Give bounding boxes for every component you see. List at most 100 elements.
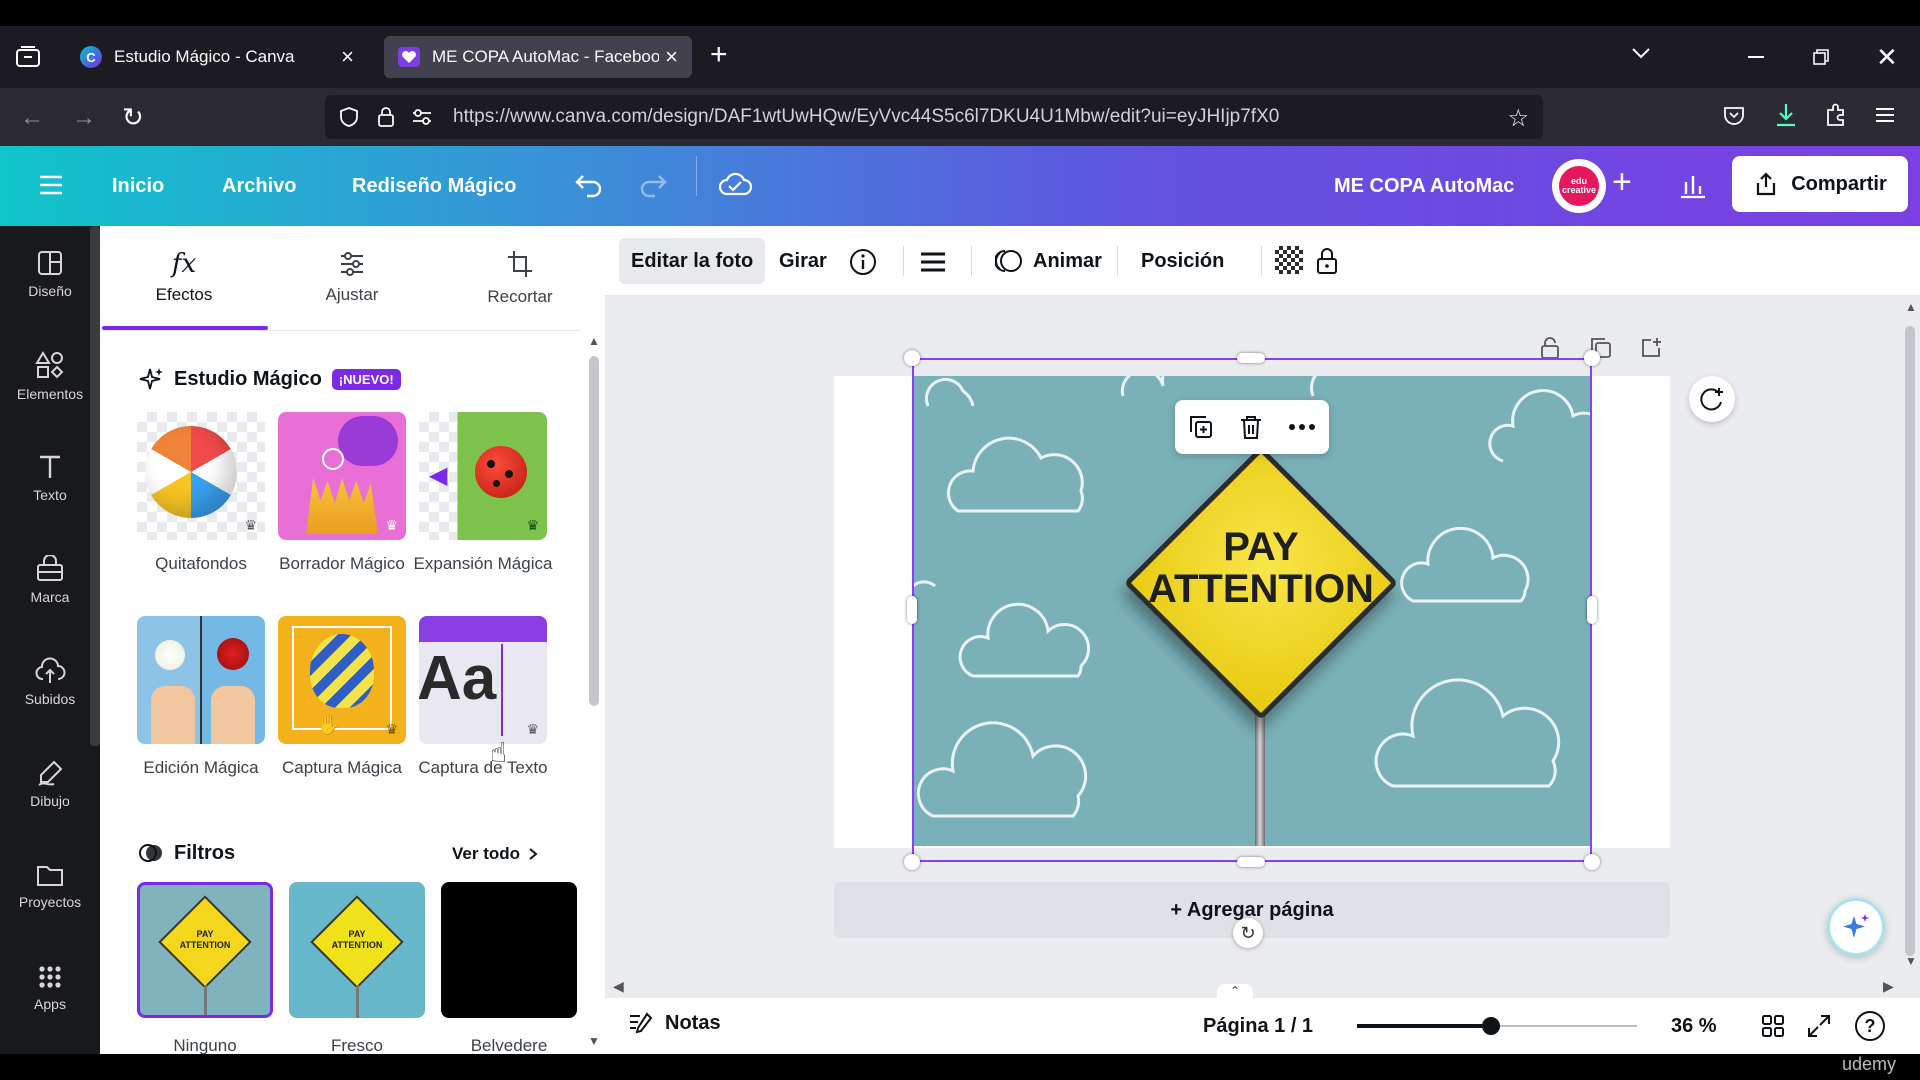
resize-handle-top-right[interactable] [1584,350,1600,366]
page-indicator[interactable]: Página 1 / 1 [1203,1015,1313,1038]
undo-icon[interactable] [574,172,604,198]
tab-adjust[interactable]: Ajustar [268,226,436,330]
close-tab-icon[interactable]: × [341,44,354,70]
rail-item-design[interactable]: Diseño [0,226,100,322]
add-page-export-icon[interactable] [1639,336,1663,360]
resize-handle-top[interactable] [1237,353,1265,363]
rail-item-brand[interactable]: Marca [0,532,100,628]
edit-photo-button[interactable]: Editar la foto [619,238,766,284]
magic-grab-thumb[interactable]: ✋ ♛ [278,616,406,744]
site-permissions-icon[interactable] [411,108,433,126]
minimize-window-icon[interactable] [1748,56,1764,58]
shield-icon[interactable] [339,106,359,128]
scroll-up-icon[interactable]: ▲ [1905,300,1917,314]
home-link[interactable]: Inicio [112,146,164,226]
duplicate-icon[interactable] [1188,414,1214,440]
resize-handle-bottom-right[interactable] [1584,854,1600,870]
new-tab-icon[interactable]: + [710,40,728,70]
resize-handle-bottom[interactable] [1237,857,1265,867]
restore-window-icon[interactable] [1812,48,1830,66]
show-pages-chevron-icon[interactable]: ⌃ [1217,984,1253,998]
lock-element-icon[interactable] [1315,246,1339,276]
bg-remover-thumb[interactable]: ♛ [137,412,265,540]
scroll-up-icon[interactable]: ▲ [588,334,600,348]
scroll-thumb[interactable] [589,356,599,706]
filter-none-thumb[interactable]: PAY ATTENTION [137,882,273,1018]
canvas-vertical-scrollbar[interactable]: ▲ ▼ [1901,296,1919,968]
rotate-handle-icon[interactable]: ↻ [1233,918,1263,948]
close-tab-icon[interactable]: × [665,44,678,70]
add-comment-button[interactable] [1689,376,1735,422]
magic-assistant-button[interactable] [1827,898,1885,956]
cloud-saved-icon[interactable] [718,170,752,198]
resize-handle-bottom-left[interactable] [904,854,920,870]
tab-overview-icon[interactable] [14,44,42,70]
rail-item-projects[interactable]: Proyectos [0,838,100,934]
resize-handle-right[interactable] [1587,596,1597,624]
grab-text-thumb[interactable]: Aa ♛ [419,616,547,744]
rail-item-apps[interactable]: Apps [0,940,100,1036]
magic-eraser-thumb[interactable]: ♛ [278,412,406,540]
animate-button[interactable]: Animar [983,238,1114,284]
menu-icon[interactable] [38,174,64,196]
resize-handle-left[interactable] [907,596,917,624]
resize-handle-top-left[interactable] [904,350,920,366]
help-icon[interactable]: ? [1855,1011,1885,1041]
rotate-button[interactable]: Girar [767,238,839,284]
url-text[interactable]: https://www.canva.com/design/DAF1wtUwHQw… [453,106,1279,128]
notes-button[interactable]: Notas [627,1010,721,1036]
panel-scrollbar[interactable]: ▲ ▼ [588,334,600,1054]
reload-icon[interactable]: ↻ [122,102,144,133]
rail-item-elements[interactable]: Elementos [0,328,100,424]
position-button[interactable]: Posición [1129,238,1236,284]
extensions-icon[interactable] [1824,102,1848,128]
magic-expand-thumb[interactable]: ◀ ♛ [419,412,547,540]
magic-edit-thumb[interactable] [137,616,265,744]
zoom-slider[interactable] [1357,1008,1721,1044]
forward-arrow-icon[interactable]: → [72,104,96,132]
rail-item-draw[interactable]: Dibujo [0,736,100,832]
pocket-icon[interactable] [1722,104,1746,128]
tab-effects[interactable]: fx Efectos [100,226,268,330]
back-arrow-icon[interactable]: ← [20,104,44,132]
add-people-icon[interactable]: + [1612,162,1632,202]
address-bar[interactable]: https://www.canva.com/design/DAF1wtUwHQw… [325,95,1543,139]
bookmark-star-icon[interactable]: ☆ [1507,104,1529,133]
canvas-horizontal-scrollbar[interactable]: ◀ ▶ [605,976,1901,998]
more-options-icon[interactable] [1288,423,1316,431]
scroll-thumb[interactable] [1905,326,1915,956]
rail-item-text[interactable]: Texto [0,430,100,526]
insights-chart-icon[interactable] [1678,172,1708,200]
lock-icon[interactable] [377,106,395,128]
rail-scrollbar[interactable] [90,226,100,746]
info-icon[interactable] [849,248,877,276]
scroll-left-icon[interactable]: ◀ [613,978,624,995]
scroll-down-icon[interactable]: ▼ [588,1034,600,1048]
border-style-icon[interactable] [919,250,947,274]
file-menu[interactable]: Archivo [222,146,296,226]
scroll-down-icon[interactable]: ▼ [1905,954,1917,968]
share-button[interactable]: Compartir [1732,156,1908,212]
fullscreen-icon[interactable] [1805,1012,1833,1040]
list-tabs-chevron-icon[interactable] [1630,46,1652,60]
avatar[interactable]: edu creative [1552,159,1606,213]
zoom-level[interactable]: 36 % [1671,1015,1717,1038]
tab-crop[interactable]: Recortar [436,226,604,330]
see-all-link[interactable]: Ver todo [452,844,538,864]
redo-icon[interactable] [638,172,668,198]
zoom-knob[interactable] [1482,1017,1500,1035]
magic-switch-menu[interactable]: Rediseño Mágico [352,146,516,226]
rail-item-uploads[interactable]: Subidos [0,634,100,730]
transparency-icon[interactable] [1275,246,1303,274]
hamburger-menu-icon[interactable] [1874,106,1896,124]
scroll-right-icon[interactable]: ▶ [1883,978,1894,995]
filter-fresco-thumb[interactable]: PAY ATTENTION [289,882,425,1018]
lock-page-icon[interactable] [1539,336,1561,360]
downloads-icon[interactable] [1774,102,1798,128]
tab-estudio-magico[interactable]: C Estudio Mágico - Canva × [66,36,368,78]
tab-me-copa-facebook[interactable]: ME COPA AutoMac - Facebook × [384,36,692,78]
filter-belvedere-thumb[interactable] [441,882,577,1018]
project-title[interactable]: ME COPA AutoMac [1334,146,1514,226]
trash-icon[interactable] [1239,414,1263,440]
grid-view-icon[interactable] [1761,1014,1785,1038]
